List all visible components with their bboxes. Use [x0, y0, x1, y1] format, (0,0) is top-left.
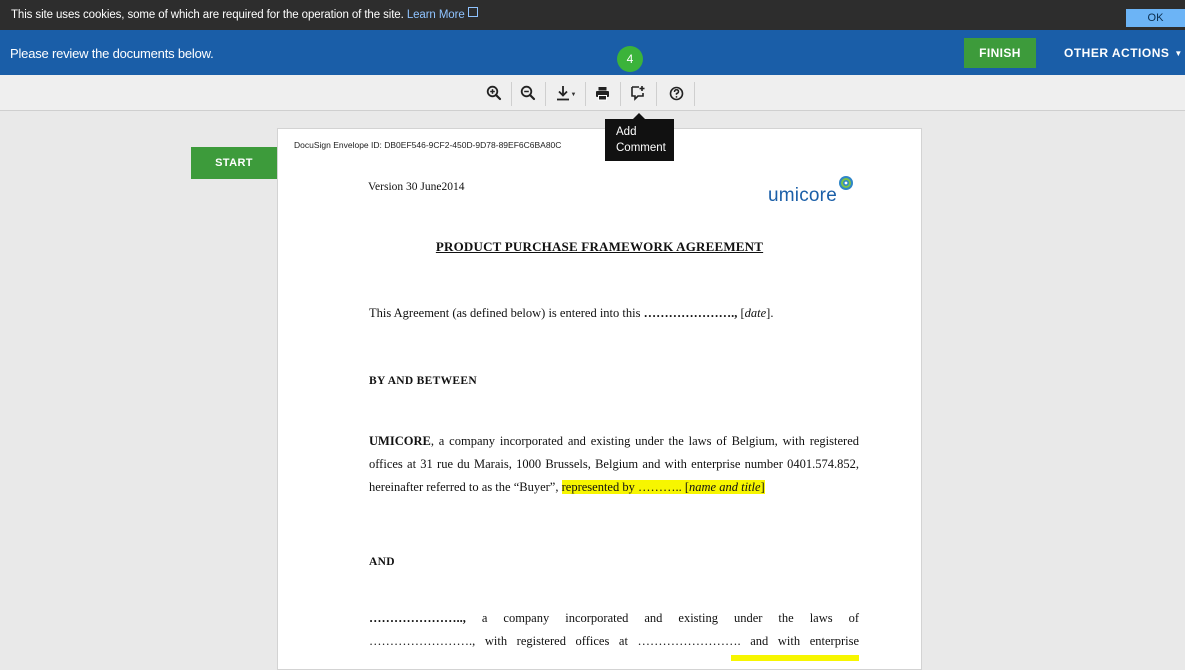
by-and-between-heading: By and Between	[369, 369, 859, 393]
download-button[interactable]: ▼	[549, 81, 583, 105]
and-heading: And	[369, 550, 859, 574]
caret-down-icon: ▼	[1174, 49, 1183, 58]
umicore-line2: offices at 31 rue du Marais, 1000 Brusse…	[369, 457, 859, 471]
supplier-line2: ……………………., with registered offices at ………	[369, 634, 859, 648]
external-link-icon	[467, 7, 478, 17]
envelope-id: DocuSign Envelope ID: DB0EF546-9CF2-450D…	[294, 140, 562, 150]
supplier-name-blank: …………………..,	[369, 611, 466, 625]
zoom-out-icon	[520, 85, 536, 101]
buyer-paragraph: UMICORE, a company incorporated and exis…	[369, 430, 859, 499]
tooltip-line1: Add	[616, 126, 637, 138]
date-placeholder: date	[744, 306, 767, 320]
toolbar-divider	[694, 82, 695, 106]
buyer-text: hereinafter referred to as the “Buyer”,	[369, 480, 559, 494]
help-button[interactable]	[662, 81, 690, 105]
toolbar-divider	[620, 82, 621, 106]
umicore-logo: umicore	[768, 185, 837, 206]
cookie-text: This site uses cookies, some of which ar…	[11, 7, 478, 21]
document-page: DocuSign Envelope ID: DB0EF546-9CF2-450D…	[277, 128, 922, 670]
toolbar-divider	[656, 82, 657, 106]
dropdown-caret-icon: ▼	[570, 92, 577, 98]
represented-by-text: represented by ……….. [	[561, 480, 690, 494]
document-title: PRODUCT PURCHASE FRAMEWORK AGREEMENT	[435, 239, 764, 254]
other-actions-menu[interactable]: OTHER ACTIONS ▼	[1064, 46, 1183, 60]
step-count-badge: 4	[617, 46, 643, 72]
start-button[interactable]: START	[191, 147, 288, 179]
toolbar-divider	[585, 82, 586, 106]
help-icon	[669, 86, 683, 100]
cookie-ok-button[interactable]: OK	[1126, 9, 1185, 27]
zoom-in-button[interactable]	[480, 81, 508, 105]
and-text: And	[369, 556, 395, 568]
download-icon	[556, 86, 569, 101]
print-icon	[595, 86, 609, 100]
represented-by-field[interactable]: represented by ……….. [name and title]	[561, 480, 765, 494]
umicore-name: UMICORE	[369, 434, 431, 448]
umicore-line1: , a company incorporated and existing un…	[430, 434, 859, 448]
review-instructions: Please review the documents below.	[10, 46, 214, 61]
document-version: Version 30 June2014	[368, 181, 465, 193]
finish-button[interactable]: FINISH	[964, 38, 1036, 68]
tooltip-line2: Comment	[616, 142, 666, 154]
intro-text: This Agreement (as defined below) is ent…	[369, 306, 641, 320]
toolbar-divider	[511, 82, 512, 106]
add-comment-icon	[631, 86, 645, 101]
umicore-logo-swirl-icon	[839, 176, 853, 190]
other-actions-label: OTHER ACTIONS	[1064, 46, 1170, 60]
learn-more-link[interactable]: Learn More	[407, 9, 465, 21]
cookie-banner: This site uses cookies, some of which ar…	[0, 0, 1185, 30]
add-comment-tooltip: Add Comment	[605, 113, 674, 161]
action-bar: Please review the documents below. 4 FIN…	[0, 30, 1185, 75]
toolbar-divider	[545, 82, 546, 106]
zoom-out-button[interactable]	[514, 81, 542, 105]
zoom-in-icon	[486, 85, 502, 101]
date-blank: ………………….,	[643, 306, 738, 320]
name-and-title-placeholder: name and title	[689, 480, 761, 494]
supplier-line1: a company incorporated and existing unde…	[481, 611, 860, 625]
add-comment-button[interactable]	[624, 81, 652, 105]
by-and-between-text: By and Between	[369, 375, 477, 387]
document-toolbar: ▼	[0, 75, 1185, 111]
print-button[interactable]	[588, 81, 616, 105]
intro-paragraph: This Agreement (as defined below) is ent…	[369, 306, 774, 320]
bracket-close: ]	[760, 480, 765, 494]
cookie-message: This site uses cookies, some of which ar…	[11, 9, 404, 21]
highlighted-field[interactable]	[731, 655, 859, 661]
supplier-paragraph: ………………….., a company incorporated and ex…	[369, 607, 859, 661]
